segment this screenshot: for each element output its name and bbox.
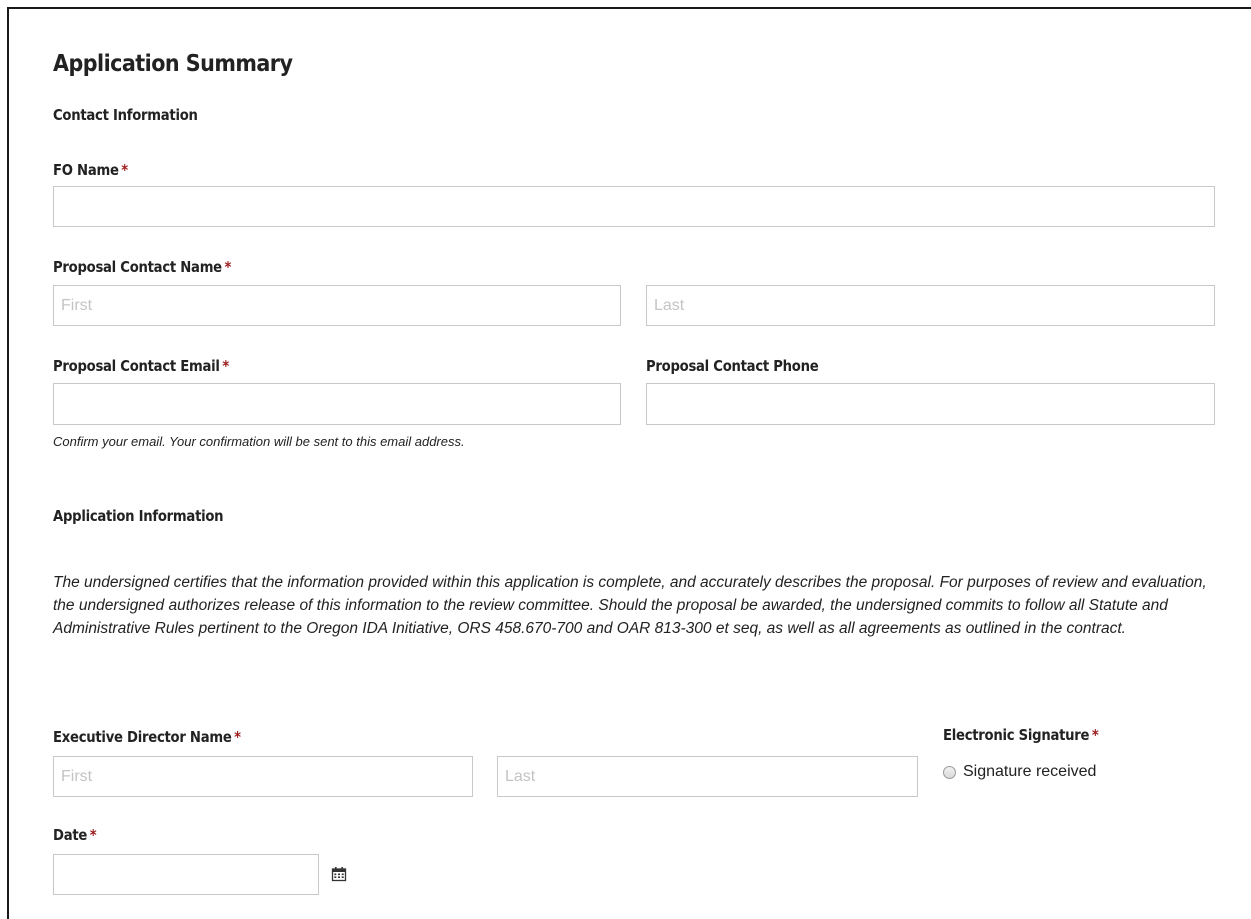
required-marker: * [234, 728, 241, 746]
proposal-contact-phone-input[interactable] [646, 383, 1215, 425]
signature-received-label: Signature received [963, 763, 1097, 780]
executive-director-last-name-input[interactable] [497, 756, 918, 797]
required-marker: * [224, 258, 232, 276]
proposal-contact-first-name-input[interactable] [53, 285, 621, 326]
executive-director-name-label: Executive Director Name * [53, 728, 241, 746]
certification-text: The undersigned certifies that the infor… [53, 574, 1207, 637]
calendar-icon[interactable] [331, 866, 347, 887]
fo-name-label: FO Name * [53, 161, 128, 179]
signature-received-radio[interactable] [943, 765, 956, 779]
signature-received-option[interactable]: Signature received [943, 763, 1096, 781]
executive-director-first-name-input[interactable] [53, 756, 473, 797]
date-input[interactable] [53, 854, 319, 895]
required-marker: * [222, 357, 229, 375]
proposal-contact-email-label: Proposal Contact Email * [53, 357, 229, 375]
section-heading-contact: Contact Information [53, 106, 198, 124]
section-heading-application: Application Information [53, 507, 224, 525]
required-marker: * [89, 826, 97, 844]
proposal-contact-email-input[interactable] [53, 383, 621, 425]
proposal-contact-name-label: Proposal Contact Name * [53, 258, 232, 276]
required-marker: * [1091, 726, 1099, 744]
date-label: Date * [53, 826, 97, 844]
proposal-contact-last-name-input[interactable] [646, 285, 1215, 326]
required-marker: * [121, 161, 128, 179]
proposal-contact-phone-label: Proposal Contact Phone [646, 357, 819, 375]
electronic-signature-label: Electronic Signature * [943, 726, 1099, 744]
page-title: Application Summary [53, 51, 293, 77]
email-confirmation-note: Confirm your email. Your confirmation wi… [53, 434, 465, 449]
fo-name-input[interactable] [53, 186, 1215, 227]
